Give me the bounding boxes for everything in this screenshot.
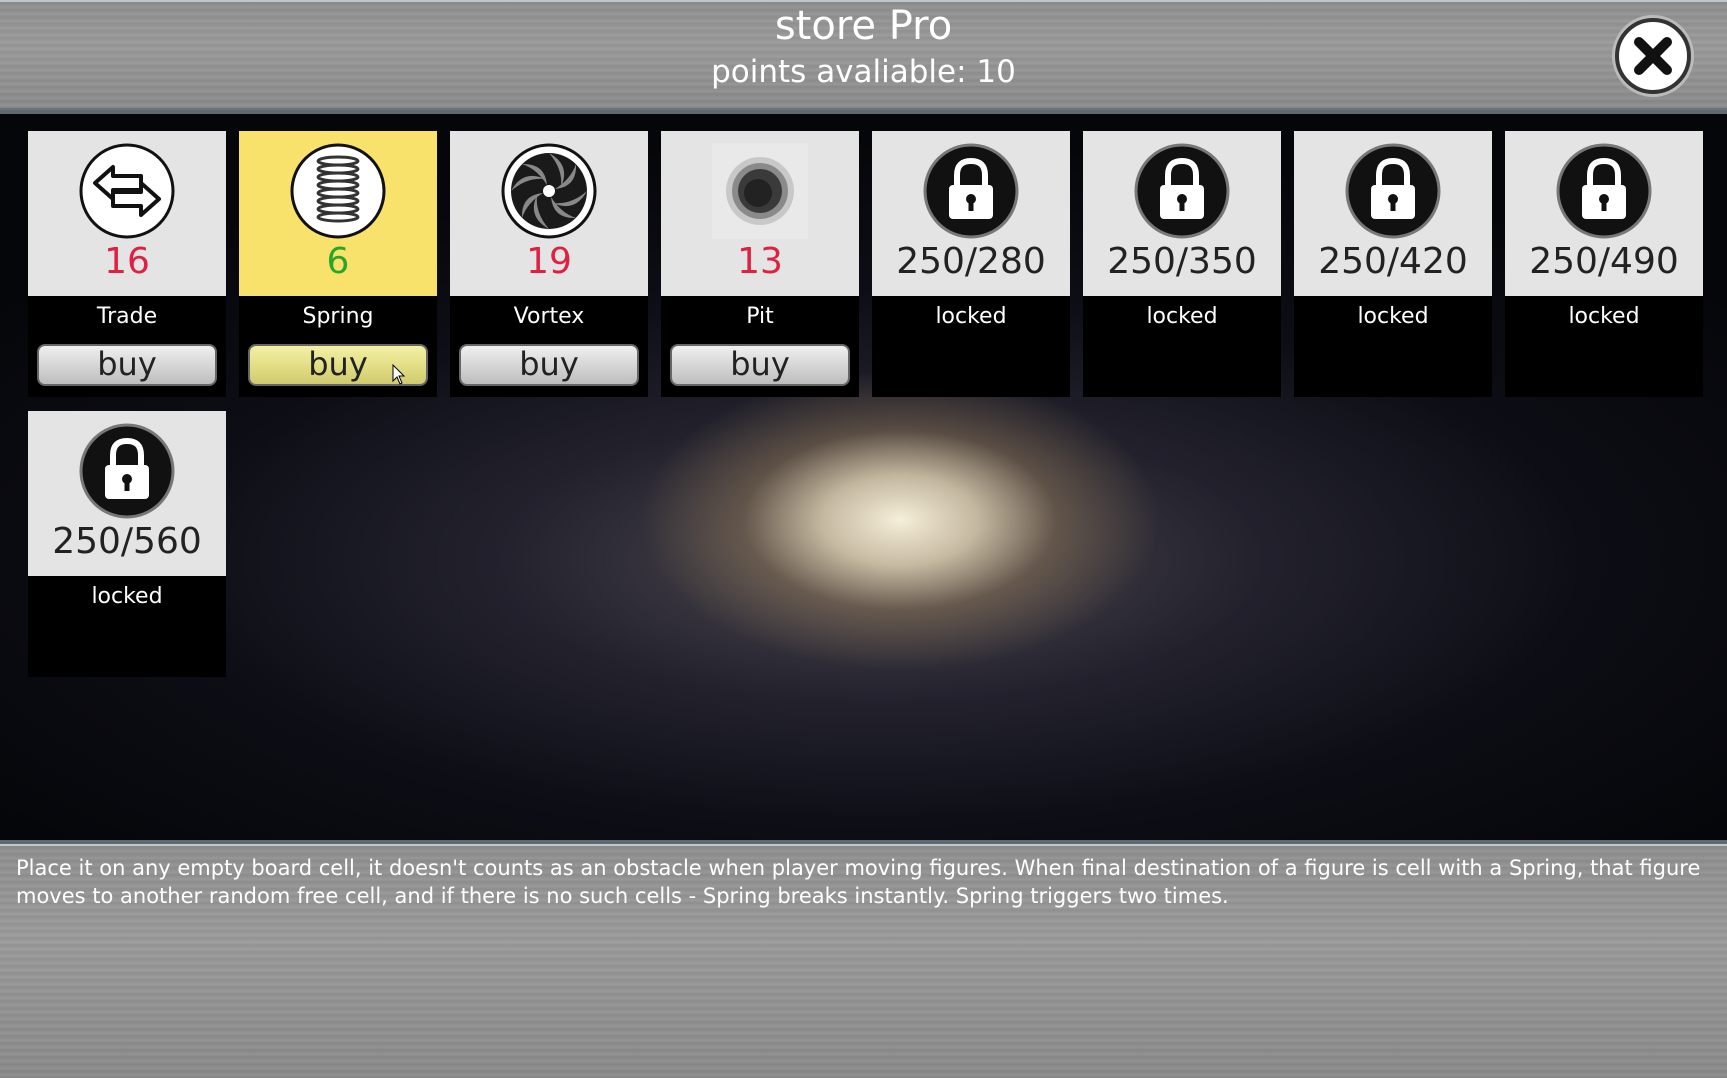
item-price: 250/560: [52, 521, 202, 562]
store-item-locked: 250/280 locked: [872, 131, 1070, 397]
store-item-trade: 16 Trade buy: [28, 131, 226, 397]
item-icon-area: 250/280: [872, 131, 1070, 296]
store-item-vortex: 19 Vortex buy: [450, 131, 648, 397]
item-name: locked: [1568, 304, 1640, 329]
item-icon-area: 13: [661, 131, 859, 296]
pit-hole-icon: [712, 143, 808, 239]
item-name: Pit: [746, 304, 774, 329]
close-x-icon: [1634, 37, 1672, 75]
buy-button-vortex[interactable]: buy: [459, 344, 639, 386]
padlock-icon: [923, 143, 1019, 239]
item-name: locked: [1357, 304, 1429, 329]
item-price: 6: [326, 241, 350, 282]
item-name: locked: [935, 304, 1007, 329]
store-item-pit: 13 Pit buy: [661, 131, 859, 397]
buy-button-pit[interactable]: buy: [670, 344, 850, 386]
padlock-icon: [79, 423, 175, 519]
store-item-locked: 250/350 locked: [1083, 131, 1281, 397]
description-panel: Place it on any empty board cell, it doe…: [0, 840, 1727, 1078]
arrows-swap-icon: [79, 143, 175, 239]
item-icon-area: 6: [239, 131, 437, 296]
padlock-icon: [1345, 143, 1441, 239]
store-item-locked: 250/560 locked: [28, 411, 226, 677]
store-item-locked: 250/490 locked: [1505, 131, 1703, 397]
item-name: locked: [1146, 304, 1218, 329]
item-name: Spring: [302, 304, 374, 329]
item-price: 13: [737, 241, 783, 282]
item-name: Vortex: [513, 304, 585, 329]
spring-coil-icon: [290, 143, 386, 239]
item-price: 250/420: [1318, 241, 1468, 282]
item-icon-area: 250/420: [1294, 131, 1492, 296]
buy-button-trade[interactable]: buy: [37, 344, 217, 386]
store-item-locked: 250/420 locked: [1294, 131, 1492, 397]
item-price: 250/350: [1107, 241, 1257, 282]
item-icon-area: 250/490: [1505, 131, 1703, 296]
mouse-cursor-icon: [392, 364, 406, 385]
store-item-spring: 6 Spring buy: [239, 131, 437, 397]
padlock-icon: [1556, 143, 1652, 239]
vortex-icon: [501, 143, 597, 239]
item-price: 250/280: [896, 241, 1046, 282]
points-available: points avaliable: 10: [711, 54, 1016, 90]
store-title: store Pro: [774, 3, 953, 49]
item-description: Place it on any empty board cell, it doe…: [16, 856, 1701, 908]
item-price: 250/490: [1529, 241, 1679, 282]
item-icon-area: 19: [450, 131, 648, 296]
item-icon-area: 16: [28, 131, 226, 296]
item-icon-area: 250/350: [1083, 131, 1281, 296]
item-price: 19: [526, 241, 572, 282]
item-icon-area: 250/560: [28, 411, 226, 576]
item-name: Trade: [96, 304, 158, 329]
item-name: locked: [91, 584, 163, 609]
item-price: 16: [104, 241, 150, 282]
close-button[interactable]: [1615, 18, 1691, 94]
store-header: store Pro points avaliable: 10: [0, 0, 1727, 114]
padlock-icon: [1134, 143, 1230, 239]
